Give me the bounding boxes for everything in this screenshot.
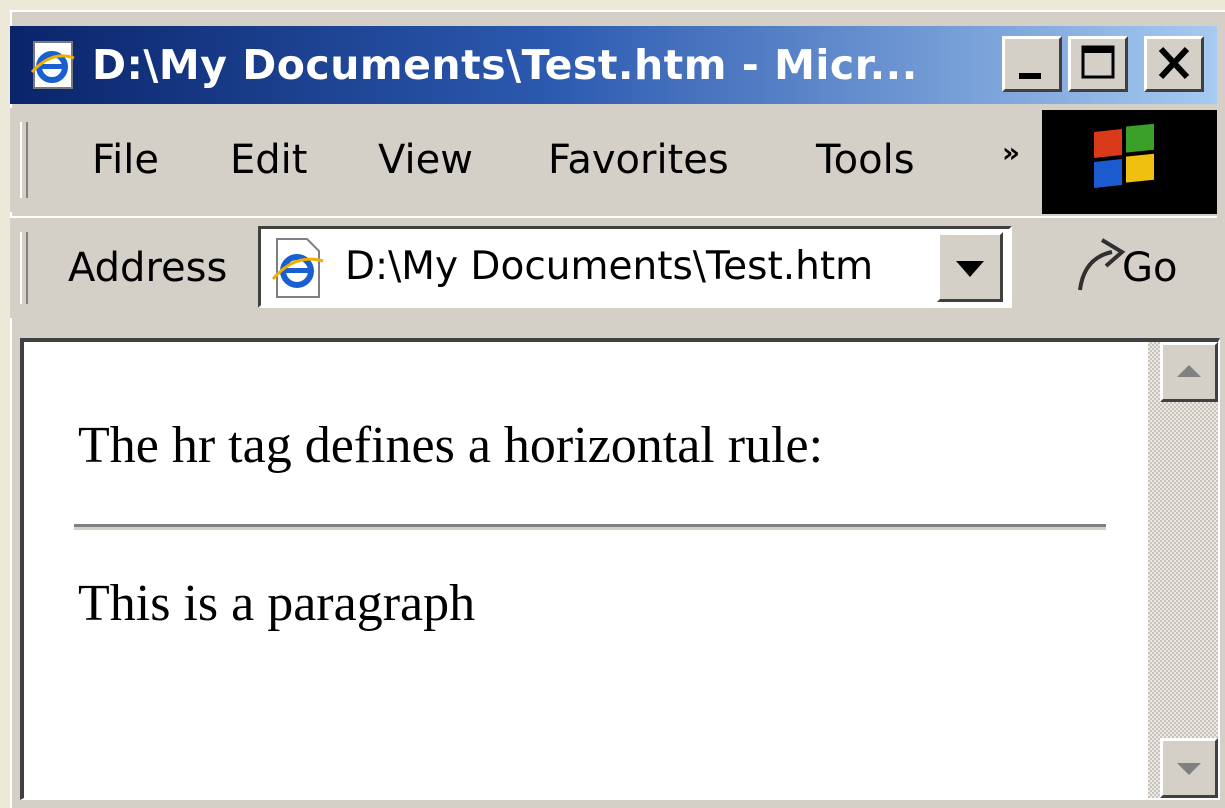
ie-logo-icon [30, 41, 75, 89]
page-icon [271, 238, 324, 298]
menu-tools[interactable]: Tools [816, 114, 915, 206]
arrow-down-icon [1177, 763, 1201, 775]
go-button-label[interactable]: Go [1122, 218, 1177, 318]
menu-grip[interactable] [20, 122, 28, 198]
menu-bar: File Edit View Favorites Tools » [10, 108, 1217, 212]
maximize-button[interactable] [1068, 36, 1128, 92]
menu-view[interactable]: View [378, 114, 473, 206]
menu-overflow-chevron[interactable]: » [1002, 136, 1020, 169]
vertical-scrollbar[interactable] [1148, 342, 1218, 798]
address-label: Address [68, 245, 228, 291]
minimize-button[interactable] [1002, 36, 1062, 92]
horizontal-rule [74, 524, 1106, 530]
menu-file[interactable]: File [92, 114, 159, 206]
page-heading-text: The hr tag defines a horizontal rule: [78, 417, 824, 474]
windows-logo-icon [1042, 110, 1217, 214]
address-value: D:\My Documents\Test.htm [345, 244, 874, 289]
scroll-up-button[interactable] [1160, 342, 1218, 402]
title-bar[interactable]: D:\My Documents\Test.htm - Micr... [10, 26, 1217, 104]
address-bar: Address D:\My Documents\Test.htm Go [10, 216, 1217, 318]
page-viewport: The hr tag defines a horizontal rule: Th… [20, 338, 1220, 800]
window-title: D:\My Documents\Test.htm - Micr... [92, 41, 918, 89]
close-button[interactable] [1144, 36, 1204, 92]
menu-favorites[interactable]: Favorites [548, 114, 729, 206]
address-input[interactable]: D:\My Documents\Test.htm [258, 226, 1012, 308]
page-paragraph: This is a paragraph [78, 575, 476, 632]
menu-edit[interactable]: Edit [230, 114, 307, 206]
page-content: The hr tag defines a horizontal rule: Th… [24, 342, 1148, 798]
browser-window: D:\My Documents\Test.htm - Micr... File … [10, 10, 1225, 808]
address-grip[interactable] [20, 232, 28, 304]
address-dropdown-button[interactable] [937, 232, 1003, 302]
chevron-down-icon [956, 261, 984, 277]
arrow-up-icon [1177, 365, 1201, 377]
scroll-down-button[interactable] [1160, 738, 1218, 798]
